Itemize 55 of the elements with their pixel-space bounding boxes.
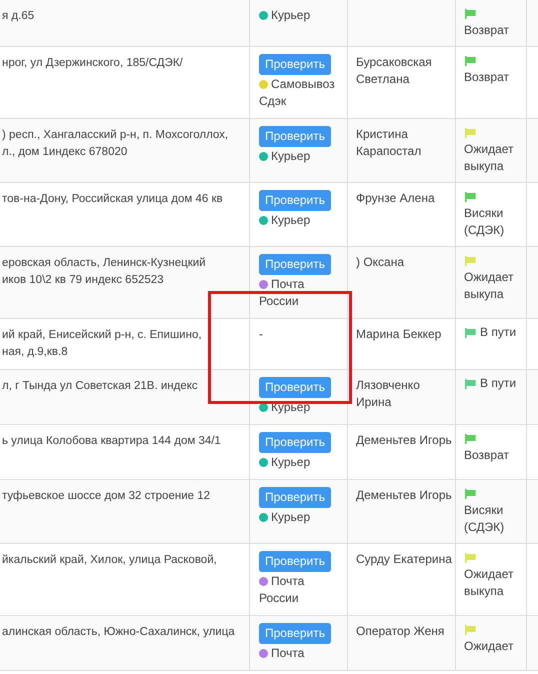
recipient-name: Деменьтев Игорь (356, 488, 452, 502)
check-button[interactable]: Проверить (259, 254, 332, 275)
recipient-name: Деменьтев Игорь (356, 433, 452, 447)
status-text: В пути (480, 324, 516, 341)
delivery-text: Почта (271, 646, 304, 660)
status-text: Ожидает (464, 638, 514, 655)
delivery-text: Почта России (259, 277, 304, 308)
status-text: Ожидает выкупа (464, 141, 515, 175)
delivery-text: Курьер (271, 149, 310, 163)
address-text: йкальский край, Хилок, улица Расковой, (2, 553, 218, 568)
address-text: алинская область, Южно-Сахалинск, улица (2, 625, 236, 640)
status-text: Ожидает выкупа (464, 269, 515, 303)
delivery-text: Самовывоз Сдэк (259, 77, 335, 108)
check-button[interactable]: Проверить (259, 126, 332, 147)
address-text: л., дом 1индекс 678020 (2, 145, 128, 160)
delivery-text: Курьер (271, 400, 310, 414)
delivery-text: Курьер (271, 455, 310, 469)
address-text: я д.65 (2, 9, 36, 24)
status-text: Возврат (464, 22, 509, 39)
check-button[interactable]: Проверить (259, 190, 332, 211)
address-text: еровская область, Ленинск-Кузнецкий (2, 256, 207, 271)
status-text: Висяки (СДЭК) (464, 502, 506, 536)
status-text: Висяки (СДЭК) (464, 205, 506, 239)
recipient-name: Оператор Женя (356, 624, 444, 638)
address-text: ь улица Колобова квартира 144 дом 34/1 (2, 434, 222, 449)
delivery-text: - (259, 327, 263, 341)
address-text: ий край, Енисейский р-н, с. Епишино, (2, 328, 203, 343)
address-text: нрог, ул Дзержинского, 185/СДЭК/ (2, 56, 184, 71)
recipient-name: Кристина Карапостал (356, 127, 422, 158)
address-text: ная, д.9,кв.8 (2, 345, 69, 360)
check-button[interactable]: Проверить (259, 54, 332, 75)
recipient-name: ) Оксана (356, 255, 404, 269)
status-text: Возврат (464, 69, 509, 86)
status-text: Ожидает выкупа (464, 566, 515, 600)
check-button[interactable]: Проверить (259, 551, 332, 572)
status-text: Возврат (464, 447, 509, 464)
check-button[interactable]: Проверить (259, 487, 332, 508)
address-text: тов-на-Дону, Российская улица дом 46 кв (2, 192, 224, 207)
address-text: л, г Тында ул Советская 21В. индекс (2, 379, 199, 394)
delivery-text: Почта России (259, 574, 304, 605)
recipient-name: Фрунзе Алена (356, 191, 435, 205)
address-text: иков 10\2 кв 79 индекс 652523 (2, 273, 165, 288)
status-text: В пути (480, 375, 516, 392)
check-button[interactable]: Проверить (259, 377, 332, 398)
recipient-name: Лязовченко Ирина (356, 378, 420, 409)
check-button[interactable]: Проверить (259, 432, 332, 453)
check-button[interactable]: Проверить (259, 623, 332, 644)
delivery-text: Курьер (271, 8, 310, 22)
delivery-text: Курьер (271, 510, 310, 524)
address-text: туфьевское шоссе дом 32 строение 12 (2, 489, 212, 504)
recipient-name: Сурду Екатерина (356, 552, 452, 566)
recipient-name: Марина Беккер (356, 327, 442, 341)
recipient-name: Бурсаковская Светлана (356, 55, 432, 86)
address-text: ) респ., Хангаласский р-н, п. Мохсоголлох, (2, 128, 230, 143)
delivery-text: Курьер (271, 213, 310, 227)
